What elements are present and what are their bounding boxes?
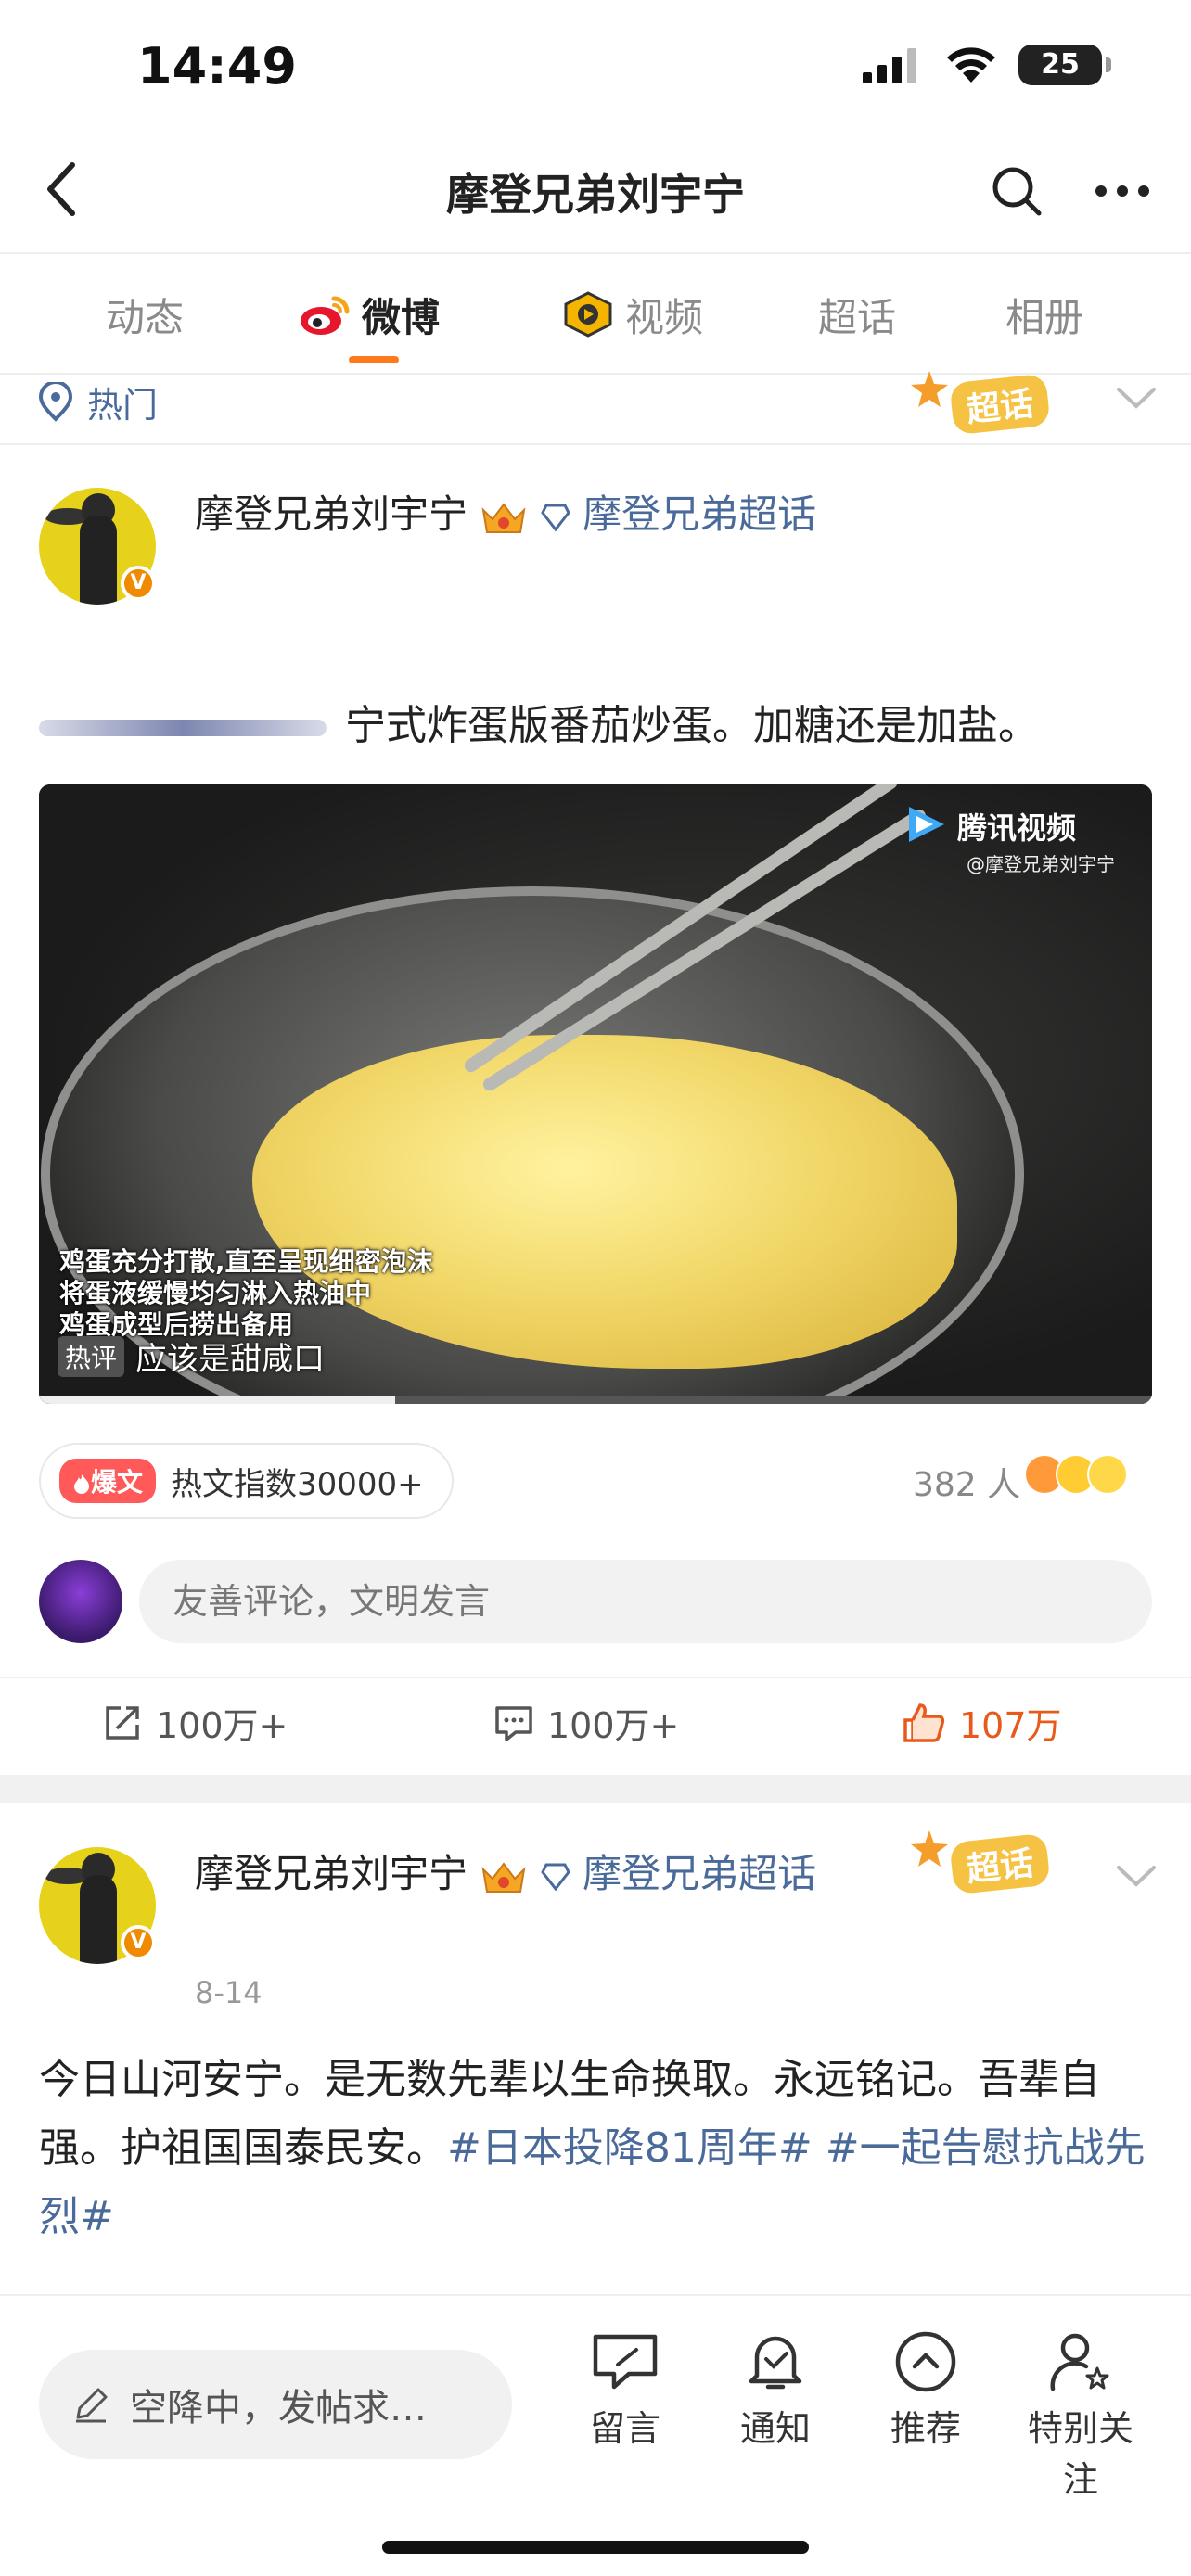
blurred-text [39,720,327,736]
tab-dynamic[interactable]: 动态 [106,254,184,375]
tab-label: 超话 [818,294,897,340]
active-tab-underline [349,356,399,363]
video-tab-icon [564,291,612,338]
video-player[interactable]: 腾讯视频 @摩登兄弟刘宇宁 鸡蛋充分打散,直至呈现细密泡沫 将蛋液缓慢均匀淋入热… [39,784,1152,1404]
star-icon [911,1830,948,1867]
home-indicator [382,2541,809,2554]
compose-placeholder: 空降中，发帖求… [130,2387,427,2429]
search-icon [992,167,1042,216]
message-button[interactable]: 留言 [560,2329,690,2451]
viral-badge: 爆文 [59,1459,157,1503]
up-circle-icon [895,2331,956,2392]
more-icon [1095,185,1149,197]
author-name[interactable]: 摩登兄弟刘宇宁 [195,1851,467,1896]
chevron-down-icon[interactable] [1113,380,1159,417]
status-icons: 25 [863,45,1111,85]
surprise-emoji-icon [1087,1454,1128,1495]
author-line: 摩登兄弟刘宇宁 摩登兄弟超话 [195,486,826,543]
diamond-icon [540,1863,570,1891]
comment-count: 100万+ [547,1705,680,1746]
video-progress-bar[interactable] [39,1396,1152,1404]
location-pin-icon [38,381,73,422]
bottom-bar: 空降中，发帖求… 留言 通知 推荐 特别关注 [0,2294,1191,2576]
author-name[interactable]: 摩登兄弟刘宇宁 [195,491,467,537]
comment-button[interactable]: 100万+ [493,1697,679,1748]
my-avatar [39,1560,122,1643]
comment-icon [495,1705,532,1741]
star-icon [911,371,948,407]
like-count: 107万 [959,1705,1062,1746]
recommend-button[interactable]: 推荐 [861,2329,991,2451]
post-actions: 100万+ 100万+ 107万 [0,1677,1191,1775]
post-text: 今日山河安宁。是无数先辈以生命换取。永远铭记。吾辈自强。护祖国国泰民安。#日本投… [39,2056,1146,2240]
hot-index-text: 热文指数30000+ [171,1465,424,1503]
verified-badge: V [121,566,156,601]
search-button[interactable] [983,158,1050,224]
weibo-logo-icon [301,296,350,335]
post-text: 宁式炸蛋版番茄炒蛋。加糖还是加盐。 [39,692,1152,760]
reaction-emojis[interactable] [1024,1454,1128,1495]
supertopic-link[interactable]: 摩登兄弟超话 [583,1851,816,1896]
hot-comment-overlay: 热评 应该是甜咸口 [58,1333,325,1379]
tab-label: 视频 [625,294,704,340]
author-line: 摩登兄弟刘宇宁 摩登兄弟超话 [195,1845,826,1903]
post-separator [0,1775,1191,1803]
hot-index-pill[interactable]: 爆文 热文指数30000+ [39,1443,454,1519]
supertopic-badge-label: 超话 [949,373,1051,436]
message-icon [593,2334,658,2390]
hashtag-link[interactable]: #日本投降81周年# [447,2124,813,2172]
repost-icon [106,1705,139,1740]
compose-input[interactable]: 空降中，发帖求… [39,2350,512,2459]
chevron-down-icon[interactable] [1113,1858,1159,1895]
hot-label: 热门 [87,385,159,426]
video-logo: 腾讯视频 [957,810,1077,846]
notify-button[interactable]: 通知 [711,2329,840,2451]
like-button[interactable]: 107万 [902,1697,1062,1748]
comment-input[interactable]: 友善评论，文明发言 [139,1560,1152,1643]
hot-comment-text: 应该是甜咸口 [135,1341,326,1378]
signal-icon [863,48,916,83]
pencil-icon [76,2388,108,2423]
thumbs-up-icon [903,1702,945,1742]
video-caption: 鸡蛋充分打散,直至呈现细密泡沫 将蛋液缓慢均匀淋入热油中 鸡蛋成型后捞出备用 [59,1246,433,1340]
profile-tabs: 动态 微博 视频 超话 相册 [0,254,1191,375]
tab-supertopic[interactable]: 超话 [818,254,896,375]
wifi-icon [947,47,995,83]
tab-video[interactable]: 视频 [562,254,703,375]
hot-section-header: 热门 超话 [0,371,1191,445]
status-time: 14:49 [137,37,297,96]
repost-count: 100万+ [156,1705,288,1746]
tab-label: 相册 [1005,294,1084,340]
tab-album[interactable]: 相册 [1005,254,1083,375]
user-star-icon [1050,2333,1109,2391]
verified-badge: V [121,1925,156,1960]
tencent-video-logo-icon [909,807,944,842]
crown-icon [481,502,526,533]
video-progress-fill [39,1396,395,1404]
supertopic-link[interactable]: 摩登兄弟超话 [583,491,816,537]
bell-icon [749,2336,802,2390]
crown-icon [481,1861,526,1893]
special-follow-button[interactable]: 特别关注 [1011,2329,1150,2502]
hot-comment-tag: 热评 [58,1335,125,1377]
more-button[interactable] [1085,158,1159,224]
supertopic-badge: 超话 [909,1825,1067,1899]
tab-label: 动态 [106,294,185,340]
status-bar: 14:49 25 [0,0,1191,130]
supertopic-badge: 超话 [909,365,1067,440]
hot-filter[interactable]: 热门 [37,376,158,427]
repost-button[interactable]: 100万+ [102,1697,288,1748]
reactions-count[interactable]: 382 人 [913,1458,1020,1506]
diamond-icon [540,504,570,531]
battery-indicator: 25 [1018,45,1111,85]
nav-bar: 摩登兄弟刘宇宁 [0,130,1191,254]
post-date: 8-14 [195,1975,263,2010]
supertopic-badge-label: 超话 [949,1832,1051,1895]
video-watermark: @摩登兄弟刘宇宁 [967,853,1115,875]
tab-label: 微博 [362,294,441,340]
fire-icon [74,1474,89,1494]
